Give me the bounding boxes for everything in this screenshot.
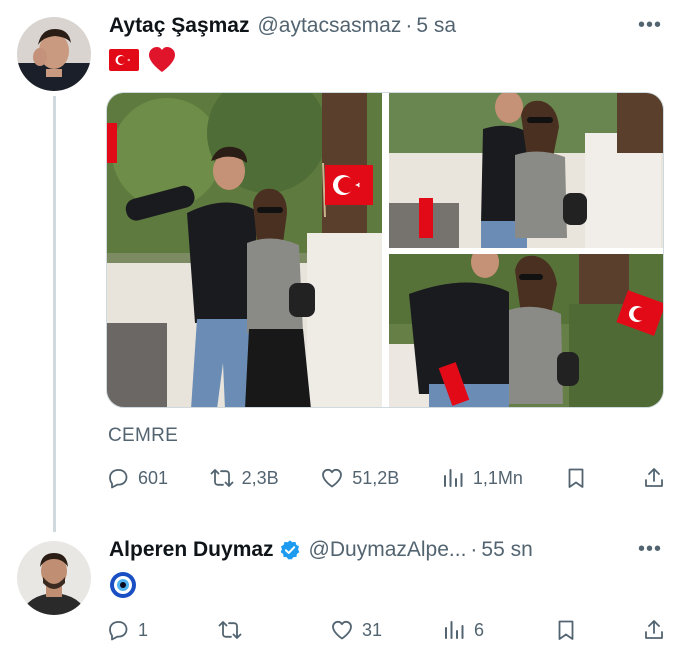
reply-count: 1 xyxy=(138,619,149,640)
bookmark-icon xyxy=(569,468,584,488)
media-grid[interactable] xyxy=(106,92,664,408)
views-icon xyxy=(445,621,464,639)
tweet-header: Aytaç Şaşmaz @aytacsasmaz · 5 sa xyxy=(109,14,456,38)
tweet-actions: 601 2,3B 51,2B 1,1Mn xyxy=(106,466,666,490)
retweet-icon xyxy=(218,621,242,639)
views-icon xyxy=(443,469,463,487)
more-options-button[interactable]: ••• xyxy=(638,14,662,37)
retweet-button[interactable] xyxy=(218,618,278,642)
like-button[interactable]: 51,2B xyxy=(320,466,399,490)
bookmark-button[interactable] xyxy=(554,618,584,642)
turkish-flag-icon xyxy=(109,49,139,78)
author-handle[interactable]: @DuymazAlpe... xyxy=(309,538,467,562)
bookmark-icon xyxy=(558,620,574,640)
reply-button[interactable]: 601 xyxy=(106,466,168,490)
media-caption: CEMRE xyxy=(108,425,179,446)
photo-2[interactable] xyxy=(389,93,663,248)
heart-icon xyxy=(322,468,343,488)
timestamp[interactable]: 55 sn xyxy=(481,538,532,562)
tweet-text xyxy=(109,571,137,606)
tweet-text xyxy=(109,46,177,81)
separator-dot: · xyxy=(405,14,413,37)
views-button[interactable]: 1,1Mn xyxy=(441,466,523,490)
reply-icon xyxy=(109,621,128,641)
retweet-button[interactable]: 2,3B xyxy=(210,466,279,490)
tweet-actions: 1 31 6 xyxy=(106,618,666,642)
retweet-count: 2,3B xyxy=(241,467,279,488)
reply-icon xyxy=(109,469,128,489)
share-button[interactable] xyxy=(636,618,666,642)
reply-button[interactable]: 1 xyxy=(106,618,166,642)
view-count: 6 xyxy=(474,619,485,640)
share-icon xyxy=(645,620,663,639)
nazar-amulet-icon xyxy=(109,571,137,606)
avatar-alperen[interactable] xyxy=(17,541,91,615)
red-heart-icon xyxy=(147,46,177,81)
timestamp[interactable]: 5 sa xyxy=(416,14,456,38)
reply-count: 601 xyxy=(138,467,169,488)
like-button[interactable]: 31 xyxy=(330,618,390,642)
author-handle[interactable]: @aytacsasmaz xyxy=(257,14,401,38)
view-count: 1,1Mn xyxy=(472,467,523,488)
author-name[interactable]: Aytaç Şaşmaz xyxy=(109,14,249,38)
photo-3[interactable] xyxy=(389,254,663,407)
tweet-header: Alperen Duymaz @DuymazAlpe... · 55 sn xyxy=(109,538,533,562)
avatar-aytac[interactable] xyxy=(17,17,91,91)
share-icon xyxy=(645,468,663,487)
separator-dot: · xyxy=(470,538,478,561)
verified-badge-icon xyxy=(279,539,301,561)
heart-icon xyxy=(332,620,352,640)
retweet-icon xyxy=(210,469,234,487)
more-options-button[interactable]: ••• xyxy=(638,538,662,561)
share-button[interactable] xyxy=(636,466,666,490)
like-count: 31 xyxy=(362,619,383,640)
author-name[interactable]: Alperen Duymaz xyxy=(109,538,274,562)
like-count: 51,2B xyxy=(352,467,400,488)
bookmark-button[interactable] xyxy=(564,466,594,490)
thread-line xyxy=(53,96,56,532)
photo-1[interactable] xyxy=(107,93,382,407)
views-button[interactable]: 6 xyxy=(442,618,502,642)
